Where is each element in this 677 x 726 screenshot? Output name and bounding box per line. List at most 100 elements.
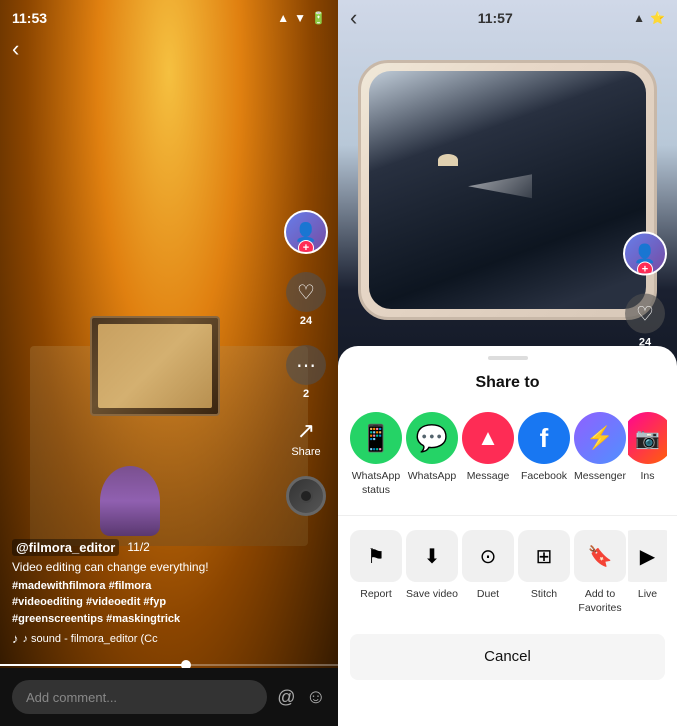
monitor xyxy=(90,316,220,416)
divider xyxy=(338,515,677,516)
action-live-partial: ▶ Live xyxy=(628,526,667,619)
comment-action[interactable]: ⋯ 2 xyxy=(286,345,326,400)
report-label: Report xyxy=(360,588,392,602)
phone-in-video xyxy=(358,60,657,320)
sound-info[interactable]: ♪ ♪ sound - filmora_editor (Cc xyxy=(12,631,268,646)
right-follow-plus-icon: + xyxy=(637,262,653,276)
right-back-button[interactable]: ‹ xyxy=(350,5,357,31)
report-icon: ⚑ xyxy=(367,544,385,569)
share-item-whatsapp-status[interactable]: 📱 WhatsAppstatus xyxy=(348,408,404,501)
right-status-icons: ▲ ⭐ xyxy=(633,11,665,25)
save-video-icon: ⬇ xyxy=(424,544,441,569)
share-icons-row: 📱 WhatsAppstatus 💬 WhatsApp ▲ Message xyxy=(338,408,677,501)
video-progress-bar[interactable] xyxy=(0,664,338,666)
left-action-buttons: 👤 + ♡ 24 ⋯ 2 ↗ Share xyxy=(284,210,328,516)
whatsapp-status-icon: 📱 xyxy=(350,412,402,464)
message-label: Message xyxy=(467,470,510,484)
action-stitch[interactable]: ⊞ Stitch xyxy=(516,526,572,619)
post-number: 11/2 xyxy=(127,540,149,554)
whatsapp-icon: 💬 xyxy=(406,412,458,464)
share-panel: Share to 📱 WhatsAppstatus 💬 WhatsApp ▲ xyxy=(338,346,677,726)
comment-placeholder: Add comment... xyxy=(26,690,117,705)
avatar-button[interactable]: 👤 + xyxy=(284,210,328,254)
right-avatar-button[interactable]: 👤 + xyxy=(623,232,667,276)
save-video-label: Save video xyxy=(406,588,458,602)
music-disc[interactable] xyxy=(286,476,326,516)
instagram-label-partial: Ins xyxy=(640,470,654,484)
monitor-screen xyxy=(98,324,212,408)
right-battery-icon: ⭐ xyxy=(650,11,665,25)
action-save-video[interactable]: ⬇ Save video xyxy=(404,526,460,619)
share-item-whatsapp[interactable]: 💬 WhatsApp xyxy=(404,408,460,501)
emoji-icon[interactable]: ☺ xyxy=(306,686,326,709)
action-icons-row: ⚑ Report ⬇ Save video ⊙ Duet xyxy=(338,526,677,619)
right-top-bar: ‹ 11:57 ▲ ⭐ xyxy=(338,0,677,36)
music-note-icon: ♪ xyxy=(12,631,19,646)
username[interactable]: @filmora_editor xyxy=(12,540,119,555)
left-status-icons: ▲ ▼ 🔋 xyxy=(277,11,326,25)
share-item-facebook[interactable]: f Facebook xyxy=(516,408,572,501)
messenger-label: Messenger xyxy=(574,470,626,484)
music-disc-inner xyxy=(299,489,313,503)
action-report[interactable]: ⚑ Report xyxy=(348,526,404,619)
right-wifi-icon: ▲ xyxy=(633,11,645,25)
signal-icon: ▼ xyxy=(294,11,306,25)
duet-label: Duet xyxy=(477,588,499,602)
duet-icon-box: ⊙ xyxy=(462,530,514,582)
share-label: Share xyxy=(291,446,320,458)
share-item-message[interactable]: ▲ Message xyxy=(460,408,516,501)
stitch-icon: ⊞ xyxy=(536,544,553,569)
share-item-messenger[interactable]: ⚡ Messenger xyxy=(572,408,628,501)
messenger-icon: ⚡ xyxy=(574,412,626,464)
follow-plus-icon: + xyxy=(298,240,314,254)
wifi-icon: ▲ xyxy=(277,11,289,25)
facebook-label: Facebook xyxy=(521,470,567,484)
facebook-icon: f xyxy=(518,412,570,464)
left-top-bar: 11:53 ▲ ▼ 🔋 xyxy=(0,0,338,36)
add-favorites-icon-box: 🔖 xyxy=(574,530,626,582)
like-action[interactable]: ♡ 24 xyxy=(286,272,326,327)
whatsapp-status-label: WhatsAppstatus xyxy=(352,470,400,497)
left-video-panel: 11:53 ▲ ▼ 🔋 ‹ 👤 + ♡ 24 ⋯ 2 ↗ Share xyxy=(0,0,338,726)
instagram-icon-partial: 📷 xyxy=(628,412,667,464)
share-action[interactable]: ↗ Share xyxy=(291,418,320,458)
stitch-label: Stitch xyxy=(531,588,557,602)
share-title: Share to xyxy=(338,366,677,408)
boat-trail xyxy=(452,166,532,206)
bottom-info: @filmora_editor 11/2 Video editing can c… xyxy=(12,540,268,646)
left-time: 11:53 xyxy=(12,10,47,26)
live-icon: ▶ xyxy=(640,544,655,569)
back-button[interactable]: ‹ xyxy=(12,36,19,62)
action-duet[interactable]: ⊙ Duet xyxy=(460,526,516,619)
right-time: 11:57 xyxy=(478,10,513,26)
hashtags: #madewithfilmora #filmora #videoediting … xyxy=(12,578,268,628)
right-like-action[interactable]: ♡ 24 xyxy=(625,294,665,349)
whatsapp-label: WhatsApp xyxy=(408,470,456,484)
comment-icon: ⋯ xyxy=(286,345,326,385)
action-add-to-favorites[interactable]: 🔖 Add toFavorites xyxy=(572,526,628,619)
cancel-button[interactable]: Cancel xyxy=(350,634,665,680)
phone-screen xyxy=(369,71,646,309)
like-count: 24 xyxy=(300,315,312,327)
mention-icon[interactable]: @ xyxy=(277,687,295,708)
sound-label: ♪ sound - filmora_editor (Cc xyxy=(23,633,158,645)
live-icon-box-partial: ▶ xyxy=(628,530,667,582)
like-icon: ♡ xyxy=(286,272,326,312)
duet-icon: ⊙ xyxy=(480,544,497,569)
save-video-icon-box: ⬇ xyxy=(406,530,458,582)
right-like-icon: ♡ xyxy=(625,294,665,334)
comment-count: 2 xyxy=(303,388,309,400)
battery-icon: 🔋 xyxy=(311,11,326,25)
stitch-icon-box: ⊞ xyxy=(518,530,570,582)
comment-input[interactable]: Add comment... xyxy=(12,680,267,714)
add-favorites-label: Add toFavorites xyxy=(578,588,621,615)
boat xyxy=(438,154,458,166)
message-icon: ▲ xyxy=(462,412,514,464)
caption: Video editing can change everything! xyxy=(12,559,268,576)
share-handle xyxy=(488,356,528,360)
share-item-instagram-partial: 📷 Ins xyxy=(628,408,667,501)
comment-bar: Add comment... @ ☺ xyxy=(0,668,338,726)
report-icon-box: ⚑ xyxy=(350,530,402,582)
right-action-buttons: 👤 + ♡ 24 xyxy=(623,232,667,349)
right-video-panel: ‹ 11:57 ▲ ⭐ 👤 + ♡ 24 Share to 📱 WhatsA xyxy=(338,0,677,726)
